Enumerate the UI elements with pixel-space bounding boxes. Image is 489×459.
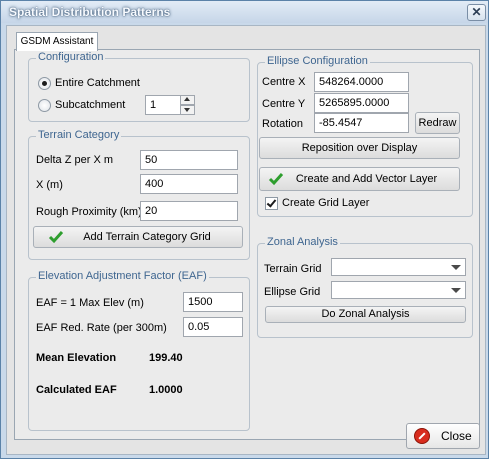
rotation-input[interactable]: -85.4547 <box>314 113 409 133</box>
dialog-client-area: GSDM Assistant Configuration Entire Catc… <box>6 25 486 455</box>
zonal-analysis-group-title: Zonal Analysis <box>265 236 340 248</box>
create-and-add-vector-layer-label: Create and Add Vector Layer <box>295 173 438 185</box>
configuration-group-title: Configuration <box>36 51 106 63</box>
mean-elevation-label: Mean Elevation <box>36 352 117 364</box>
ellipse-grid-dropdown[interactable] <box>331 281 466 299</box>
configuration-group: Configuration Entire Catchment Subcatchm… <box>28 51 250 122</box>
mean-elevation-value: 199.40 <box>149 352 183 364</box>
do-zonal-analysis-button[interactable]: Do Zonal Analysis <box>265 306 466 323</box>
delta-z-label: Delta Z per X m <box>36 154 114 166</box>
eaf-group: Elevation Adjustment Factor (EAF) EAF = … <box>28 270 250 431</box>
rough-proximity-label: Rough Proximity (km) <box>36 206 142 218</box>
eaf-max-elev-label: EAF = 1 Max Elev (m) <box>36 297 144 309</box>
centre-y-label: Centre Y <box>262 98 306 110</box>
delta-z-input[interactable]: 50 <box>140 150 238 170</box>
green-check-icon <box>48 231 64 244</box>
tab-gsdm-assistant[interactable]: GSDM Assistant <box>16 32 98 51</box>
create-grid-layer-label[interactable]: Create Grid Layer <box>282 197 369 209</box>
eaf-red-rate-label: EAF Red. Rate (per 300m) <box>36 322 167 334</box>
window-close-button[interactable]: ✕ <box>467 4 486 21</box>
close-button[interactable]: Close <box>406 423 480 449</box>
x-m-label: X (m) <box>36 179 63 191</box>
eaf-red-rate-input[interactable]: 0.05 <box>183 317 243 337</box>
terrain-grid-label: Terrain Grid <box>264 263 322 275</box>
reposition-over-display-button[interactable]: Reposition over Display <box>259 137 460 159</box>
ellipse-configuration-group: Ellipse Configuration Centre X 548264.00… <box>257 55 473 217</box>
eaf-max-elev-input[interactable]: 1500 <box>183 292 243 312</box>
subcatchment-spinbox[interactable]: 1 <box>145 95 181 115</box>
green-check-icon <box>268 173 284 186</box>
subcatchment-radio[interactable] <box>38 99 51 112</box>
calculated-eaf-value: 1.0000 <box>149 384 183 396</box>
redraw-button[interactable]: Redraw <box>415 112 460 134</box>
spin-up-icon[interactable] <box>180 95 195 105</box>
close-icon: ✕ <box>471 5 482 19</box>
centre-x-label: Centre X <box>262 76 306 88</box>
chevron-down-icon <box>451 265 461 270</box>
chevron-down-icon <box>451 288 461 293</box>
ellipse-grid-label: Ellipse Grid <box>264 286 321 298</box>
title-bar[interactable]: Spatial Distribution Patterns ✕ <box>1 1 488 23</box>
subcatchment-label[interactable]: Subcatchment <box>55 99 125 111</box>
entire-catchment-radio[interactable] <box>38 77 51 90</box>
close-button-label: Close <box>441 429 472 443</box>
create-and-add-vector-layer-button[interactable]: Create and Add Vector Layer <box>259 167 460 191</box>
spin-down-icon[interactable] <box>180 105 195 115</box>
red-circle-icon <box>414 428 430 444</box>
ellipse-configuration-group-title: Ellipse Configuration <box>265 55 370 67</box>
rotation-label: Rotation <box>262 118 303 130</box>
terrain-category-group-title: Terrain Category <box>36 129 122 141</box>
centre-y-input[interactable]: 5265895.0000 <box>314 93 409 113</box>
add-terrain-category-grid-label: Add Terrain Category Grid <box>83 231 211 243</box>
subcatchment-spin-buttons[interactable] <box>180 95 195 115</box>
window-title: Spatial Distribution Patterns <box>9 5 171 19</box>
entire-catchment-label[interactable]: Entire Catchment <box>55 77 140 89</box>
zonal-analysis-group: Zonal Analysis Terrain Grid Ellipse Grid… <box>257 236 473 338</box>
centre-x-input[interactable]: 548264.0000 <box>314 72 409 92</box>
tab-page: Configuration Entire Catchment Subcatchm… <box>14 49 480 440</box>
create-grid-layer-checkbox[interactable] <box>265 197 278 210</box>
dialog-window: Spatial Distribution Patterns ✕ GSDM Ass… <box>0 0 489 459</box>
terrain-grid-dropdown[interactable] <box>331 258 466 276</box>
add-terrain-category-grid-button[interactable]: Add Terrain Category Grid <box>33 226 243 248</box>
terrain-category-group: Terrain Category Delta Z per X m 50 X (m… <box>28 129 250 260</box>
calculated-eaf-label: Calculated EAF <box>36 384 117 396</box>
eaf-group-title: Elevation Adjustment Factor (EAF) <box>36 270 209 282</box>
rough-proximity-input[interactable]: 20 <box>140 201 238 221</box>
x-m-input[interactable]: 400 <box>140 174 238 194</box>
